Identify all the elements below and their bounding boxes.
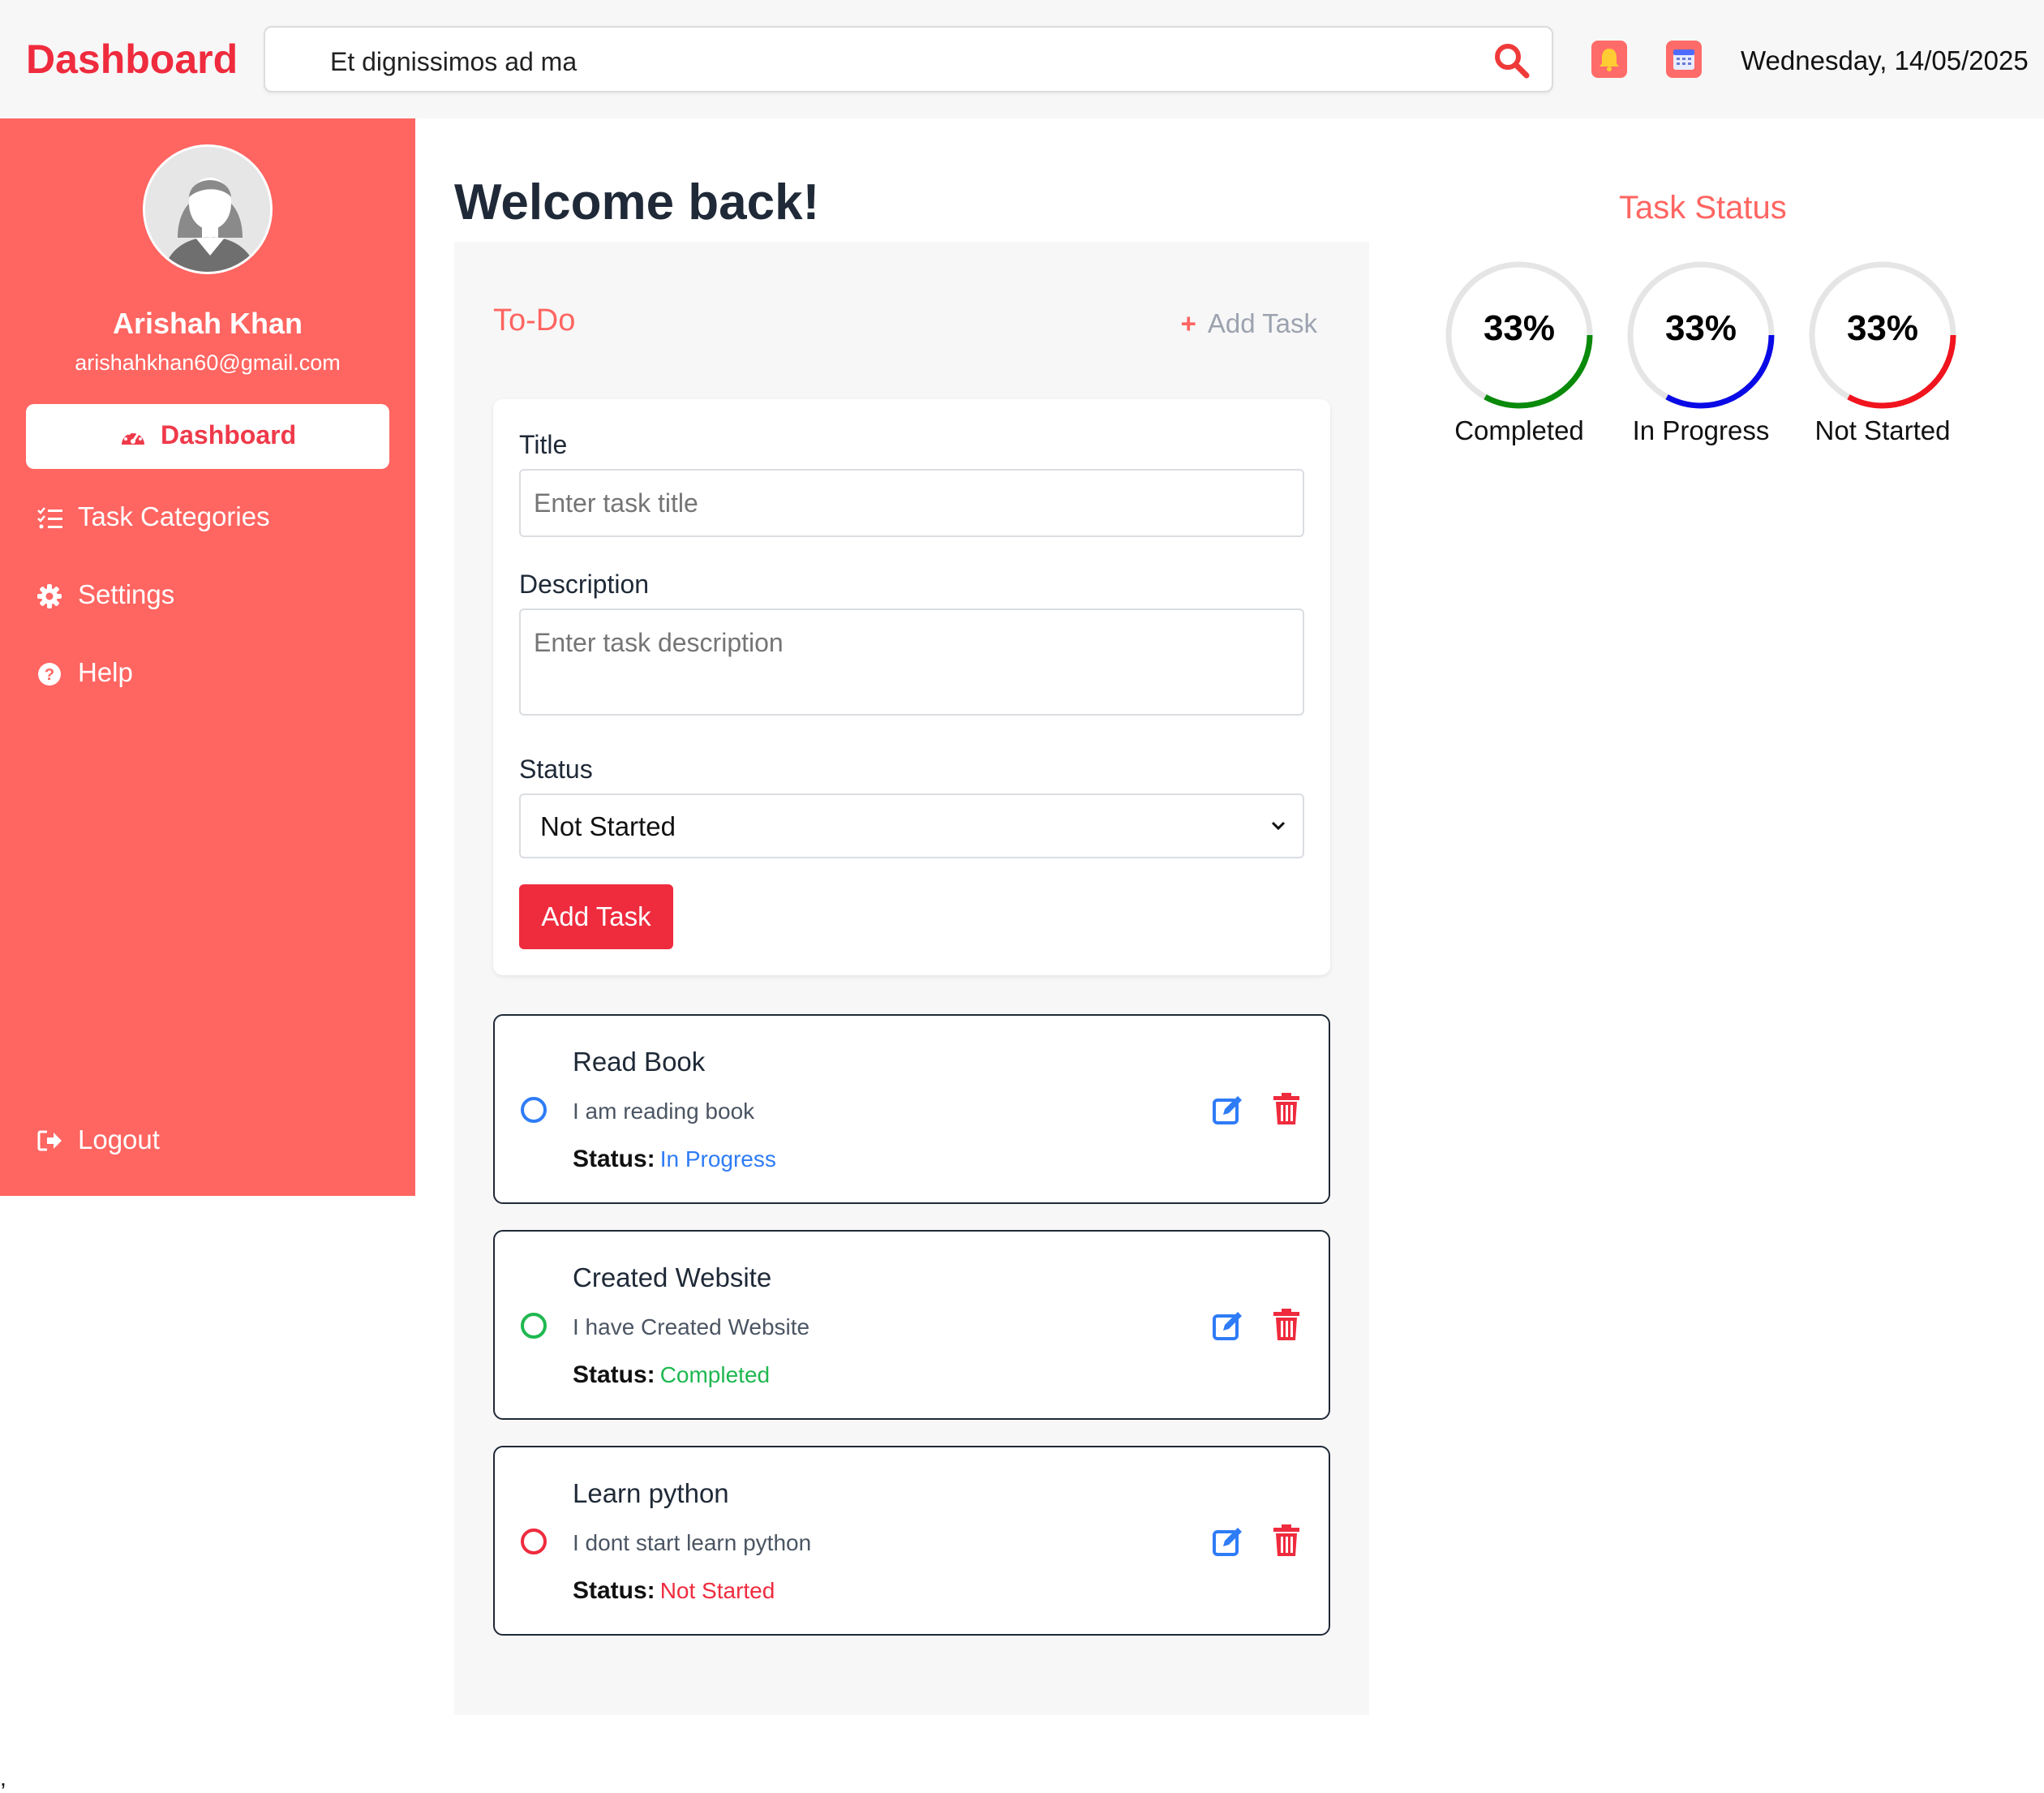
add-task-link[interactable]: + Add Task — [1181, 308, 1317, 339]
avatar — [143, 144, 273, 274]
add-task-button[interactable]: Add Task — [519, 884, 673, 949]
chevron-down-icon — [1271, 821, 1286, 831]
brand-title[interactable]: Dashboard — [26, 36, 238, 83]
logout-button[interactable]: Logout — [37, 1120, 394, 1160]
edit-icon[interactable] — [1212, 1525, 1244, 1558]
stray-comma: , — [0, 1765, 6, 1791]
task-status-title: Task Status — [1619, 190, 1787, 226]
todo-panel: To-Do + Add Task Title Description Status… — [454, 242, 1369, 1715]
list-check-icon — [37, 507, 62, 529]
search-input[interactable]: Et dignissimos ad ma — [264, 26, 1553, 92]
task-status-prefix: Status: — [573, 1577, 655, 1604]
gauge-in-progress: 33% In Progress — [1624, 258, 1778, 453]
task-title-input[interactable] — [519, 469, 1304, 537]
sidebar-item-label: Task Categories — [78, 501, 270, 531]
gauge-percent: 33% — [1483, 308, 1556, 348]
question-circle-icon: ? — [38, 663, 61, 686]
calendar-icon[interactable] — [1666, 41, 1702, 78]
title-label: Title — [519, 430, 568, 459]
task-description: I dont start learn python — [573, 1530, 812, 1555]
task-status: Status: In Progress — [573, 1146, 776, 1173]
task-status-value: In Progress — [659, 1146, 776, 1172]
svg-text:?: ? — [45, 666, 54, 684]
sidebar-item-task-categories[interactable]: Task Categories — [37, 497, 394, 537]
sidebar-item-label: Dashboard — [161, 420, 297, 449]
status-select-value: Not Started — [540, 811, 676, 841]
current-date: Wednesday, 14/05/2025 — [1741, 45, 2029, 75]
add-task-link-label: Add Task — [1207, 308, 1317, 338]
trash-icon[interactable] — [1272, 1092, 1301, 1126]
task-description: I am reading book — [573, 1099, 755, 1124]
add-task-form: Title Description Status Not Started Add… — [493, 399, 1330, 975]
gauge-not-started: 33% Not Started — [1806, 258, 1960, 453]
edit-icon[interactable] — [1212, 1309, 1244, 1342]
sidebar-item-label: Help — [78, 657, 133, 687]
user-email: arishahkhan60@gmail.com — [75, 350, 341, 375]
top-header: Dashboard Et dignissimos ad ma Wednesday… — [0, 0, 2044, 118]
task-card: Read Book I am reading book Status: In Pr… — [493, 1014, 1330, 1204]
sidebar-item-label: Settings — [78, 579, 175, 609]
task-status-value: Not Started — [659, 1578, 775, 1603]
task-title: Read Book — [573, 1047, 706, 1077]
sidebar-item-dashboard[interactable]: Dashboard — [26, 404, 389, 469]
status-label: Status — [519, 755, 593, 784]
trash-icon[interactable] — [1272, 1524, 1301, 1558]
gauge-icon — [122, 432, 144, 445]
gauge-label: Not Started — [1814, 415, 1951, 445]
user-name: Arishah Khan — [112, 307, 303, 340]
logout-label: Logout — [78, 1124, 160, 1154]
search-input-value: Et dignissimos ad ma — [330, 47, 578, 76]
avatar-user-icon — [145, 147, 270, 272]
description-label: Description — [519, 570, 650, 599]
notification-bell-icon[interactable] — [1591, 41, 1627, 78]
edit-icon[interactable] — [1212, 1094, 1244, 1126]
search-icon[interactable] — [1492, 41, 1531, 80]
logout-icon — [37, 1130, 62, 1151]
task-title: Learn python — [573, 1478, 729, 1508]
plus-icon: + — [1180, 308, 1196, 338]
task-complete-toggle[interactable] — [521, 1313, 547, 1339]
sidebar-item-settings[interactable]: Settings — [37, 574, 394, 615]
status-select[interactable]: Not Started — [519, 793, 1304, 858]
task-status-value: Completed — [659, 1362, 771, 1387]
gauge-percent: 33% — [1846, 308, 1919, 348]
task-card: Learn python I dont start learn python S… — [493, 1446, 1330, 1636]
page-title: Welcome back! — [454, 174, 820, 230]
task-complete-toggle[interactable] — [521, 1097, 547, 1123]
task-status-prefix: Status: — [573, 1146, 655, 1172]
task-title: Created Website — [573, 1262, 772, 1292]
task-description-input[interactable] — [519, 608, 1304, 716]
task-status: Status: Completed — [573, 1361, 770, 1389]
sidebar-item-help[interactable]: ? Help — [37, 652, 394, 693]
task-status: Status: Not Started — [573, 1577, 775, 1605]
gauge-completed: 33% Completed — [1442, 258, 1596, 453]
todo-title: To-Do — [493, 303, 576, 338]
gear-icon — [37, 584, 62, 608]
trash-icon[interactable] — [1272, 1308, 1301, 1342]
task-status-prefix: Status: — [573, 1361, 655, 1388]
task-complete-toggle[interactable] — [521, 1529, 547, 1554]
gauge-percent: 33% — [1664, 308, 1737, 348]
sidebar: Arishah Khan arishahkhan60@gmail.com Das… — [0, 118, 415, 1196]
task-description: I have Created Website — [573, 1314, 810, 1339]
task-card: Created Website I have Created Website S… — [493, 1230, 1330, 1420]
